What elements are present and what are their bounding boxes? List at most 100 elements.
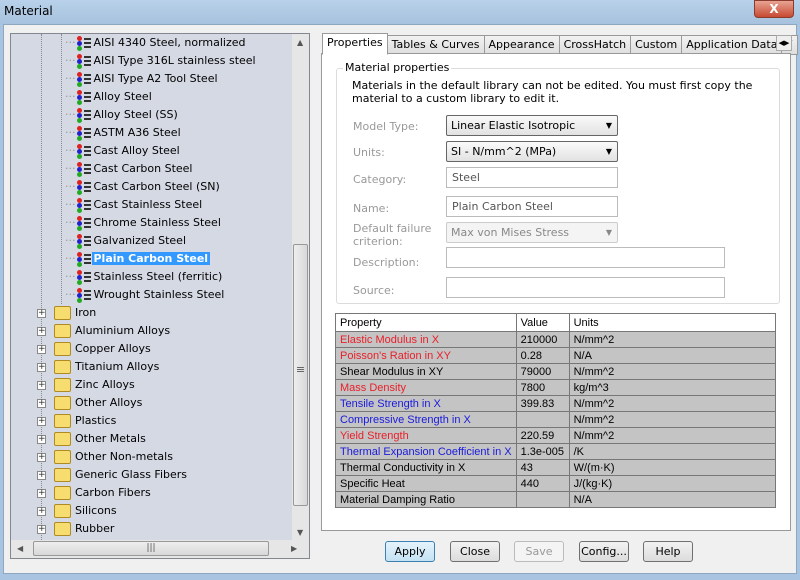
cell-units[interactable]: N/mm^2	[568, 427, 777, 444]
table-row[interactable]: Yield Strength 220.59 N/mm^2	[335, 427, 777, 444]
tree-item-category[interactable]: Aluminium Alloys	[54, 322, 172, 340]
tree-item-material[interactable]: ··· Cast Alloy Steel	[65, 142, 182, 160]
tree-vertical-scrollbar[interactable]: ▲ ≡ ▼	[292, 34, 309, 540]
expand-plus-icon[interactable]: +	[37, 507, 46, 516]
tree-item-category[interactable]: Iron	[54, 304, 98, 322]
cell-value[interactable]: 399.83	[515, 395, 570, 412]
tree-item-category[interactable]: Other Non-metals	[54, 448, 175, 466]
tree-item-material[interactable]: ··· AISI 4340 Steel, normalized	[65, 34, 248, 52]
cell-units[interactable]: N/mm^2	[568, 363, 777, 380]
cell-units[interactable]: N/mm^2	[568, 395, 777, 412]
table-row[interactable]: Tensile Strength in X 399.83 N/mm^2	[335, 395, 777, 412]
cell-property[interactable]: Yield Strength	[335, 427, 517, 444]
tree-item-material[interactable]: ··· AISI Type 316L stainless steel	[65, 52, 258, 70]
cell-value[interactable]: 210000	[515, 331, 570, 348]
tree-item-category[interactable]: Silicons	[54, 502, 119, 520]
table-row[interactable]: Compressive Strength in X N/mm^2	[335, 411, 777, 428]
cell-units[interactable]: N/A	[568, 347, 777, 364]
category-field[interactable]: Steel	[446, 167, 618, 188]
cell-units[interactable]: N/A	[568, 491, 777, 508]
tab-crosshatch[interactable]: CrossHatch	[558, 35, 632, 55]
source-field[interactable]	[446, 277, 725, 298]
table-row[interactable]: Specific Heat 440 J/(kg·K)	[335, 475, 777, 492]
tab-application-data[interactable]: Application Data	[681, 35, 783, 55]
table-row[interactable]: Poisson's Ration in XY 0.28 N/A	[335, 347, 777, 364]
cell-units[interactable]: N/mm^2	[568, 331, 777, 348]
tree-item-category[interactable]: Other Alloys	[54, 394, 144, 412]
tree-horizontal-scroll-thumb[interactable]: |||	[33, 541, 269, 556]
tab-properties[interactable]: Properties	[322, 33, 388, 55]
cell-property[interactable]: Mass Density	[335, 379, 517, 396]
cell-units[interactable]: kg/m^3	[568, 379, 777, 396]
cell-units[interactable]: J/(kg·K)	[568, 475, 777, 492]
expand-plus-icon[interactable]: +	[37, 435, 46, 444]
expand-plus-icon[interactable]: +	[37, 489, 46, 498]
tree-item-material[interactable]: ··· Cast Carbon Steel (SN)	[65, 178, 222, 196]
tree-item-material[interactable]: ··· Alloy Steel	[65, 88, 154, 106]
scroll-up-arrow-icon[interactable]: ▲	[297, 38, 303, 47]
apply-button[interactable]: Apply	[385, 541, 435, 562]
expand-plus-icon[interactable]: +	[37, 525, 46, 534]
tree-item-material[interactable]: ··· Cast Carbon Steel	[65, 160, 194, 178]
cell-value[interactable]: 0.28	[515, 347, 570, 364]
cell-value[interactable]: 440	[515, 475, 570, 492]
cell-value[interactable]: 79000	[515, 363, 570, 380]
expand-plus-icon[interactable]: +	[37, 363, 46, 372]
tree-item-category[interactable]: Rubber	[54, 520, 116, 538]
units-select[interactable]: SI - N/mm^2 (MPa) ▼	[446, 141, 618, 162]
cell-property[interactable]: Tensile Strength in X	[335, 395, 517, 412]
expand-plus-icon[interactable]: +	[37, 381, 46, 390]
cell-value[interactable]	[515, 411, 570, 428]
cell-property[interactable]: Elastic Modulus in X	[335, 331, 517, 348]
expand-plus-icon[interactable]: +	[37, 327, 46, 336]
scroll-right-arrow-icon[interactable]: ▶	[291, 544, 297, 553]
cell-property[interactable]: Shear Modulus in XY	[335, 363, 517, 380]
expand-plus-icon[interactable]: +	[37, 399, 46, 408]
tree-item-category[interactable]: Carbon Fibers	[54, 484, 153, 502]
tree-item-material[interactable]: ··· Chrome Stainless Steel	[65, 214, 223, 232]
cell-units[interactable]: N/mm^2	[568, 411, 777, 428]
tree-vertical-scroll-thumb[interactable]: ≡	[293, 244, 308, 506]
table-row[interactable]: Elastic Modulus in X 210000 N/mm^2	[335, 331, 777, 348]
tree-item-material[interactable]: ··· AISI Type A2 Tool Steel	[65, 70, 220, 88]
cell-property[interactable]: Thermal Conductivity in X	[335, 459, 517, 476]
expand-plus-icon[interactable]: +	[37, 471, 46, 480]
tree-item-category[interactable]: Other Metals	[54, 430, 148, 448]
tree-item-material[interactable]: ··· Cast Stainless Steel	[65, 196, 204, 214]
cell-property[interactable]: Material Damping Ratio	[335, 491, 517, 508]
cell-units[interactable]: /K	[568, 443, 777, 460]
table-row[interactable]: Thermal Conductivity in X 43 W/(m·K)	[335, 459, 777, 476]
tree-horizontal-scrollbar[interactable]: ◀ ||| ▶	[11, 540, 309, 558]
table-row[interactable]: Mass Density 7800 kg/m^3	[335, 379, 777, 396]
name-field[interactable]: Plain Carbon Steel	[446, 196, 618, 217]
help-button[interactable]: Help	[643, 541, 693, 562]
scroll-left-arrow-icon[interactable]: ◀	[17, 544, 23, 553]
cell-units[interactable]: W/(m·K)	[568, 459, 777, 476]
cell-property[interactable]: Thermal Expansion Coefficient in X	[335, 443, 517, 460]
tree-item-category[interactable]: Generic Glass Fibers	[54, 466, 189, 484]
table-row[interactable]: Thermal Expansion Coefficient in X 1.3e-0…	[335, 443, 777, 460]
tree-item-material[interactable]: ··· Plain Carbon Steel	[65, 250, 211, 268]
expand-plus-icon[interactable]: +	[37, 453, 46, 462]
expand-plus-icon[interactable]: +	[37, 417, 46, 426]
cell-value[interactable]: 43	[515, 459, 570, 476]
cell-property[interactable]: Specific Heat	[335, 475, 517, 492]
tree-item-material[interactable]: ··· Stainless Steel (ferritic)	[65, 268, 224, 286]
tree-item-material[interactable]: ··· Wrought Stainless Steel	[65, 286, 226, 304]
tree-item-category[interactable]: Titanium Alloys	[54, 358, 161, 376]
cell-property[interactable]: Compressive Strength in X	[335, 411, 517, 428]
cell-property[interactable]: Poisson's Ration in XY	[335, 347, 517, 364]
tree-item-material[interactable]: ··· Galvanized Steel	[65, 232, 188, 250]
config-button[interactable]: Config...	[579, 541, 629, 562]
material-tree[interactable]: ▲ ≡ ▼ ◀ ||| ▶ ··· AISI 4340 Steel, normal…	[10, 33, 310, 559]
close-button[interactable]: Close	[450, 541, 500, 562]
tree-item-category[interactable]: Plastics	[54, 412, 118, 430]
tree-item-category[interactable]: Zinc Alloys	[54, 376, 137, 394]
model-type-select[interactable]: Linear Elastic Isotropic ▼	[446, 115, 618, 136]
table-row[interactable]: Shear Modulus in XY 79000 N/mm^2	[335, 363, 777, 380]
cell-value[interactable]	[515, 491, 570, 508]
cell-value[interactable]: 1.3e-005	[515, 443, 570, 460]
description-field[interactable]	[446, 247, 725, 268]
scroll-down-arrow-icon[interactable]: ▼	[297, 528, 303, 537]
tab-tables-curves[interactable]: Tables & Curves	[386, 35, 485, 55]
